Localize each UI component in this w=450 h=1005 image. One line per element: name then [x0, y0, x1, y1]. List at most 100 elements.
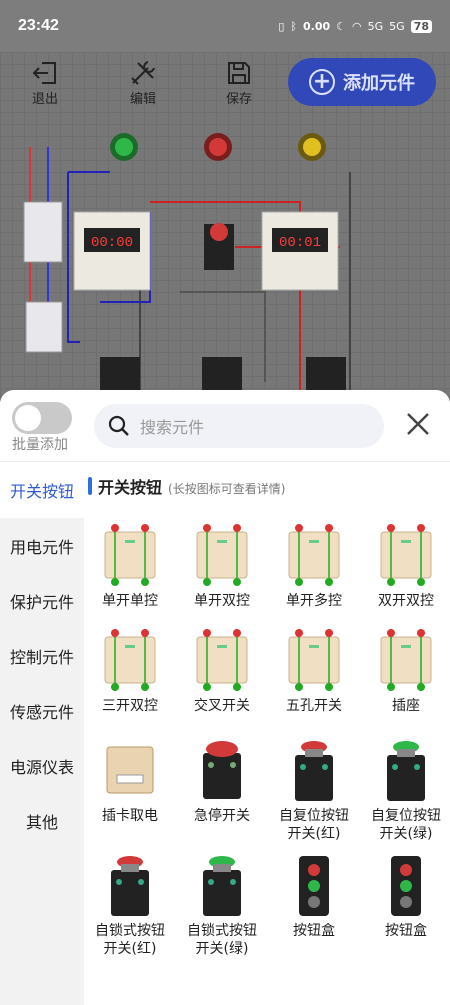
component-label-line: 开关(绿) [379, 826, 433, 842]
switch-panel-icon [196, 524, 248, 586]
batch-add-toggle[interactable] [12, 402, 72, 434]
switch-panel-icon [288, 524, 340, 586]
section-header: 开关按钮 (长按图标可查看详情) [88, 474, 285, 498]
component-label-line: 自锁式按钮 [187, 923, 257, 939]
clock: 23:42 [18, 17, 59, 34]
switch-panel-icon [196, 629, 248, 691]
category-other[interactable]: 其他 [0, 793, 84, 848]
component-item[interactable]: 交叉开关 [176, 625, 268, 715]
wifi-icon: ◠ [352, 19, 362, 33]
exit-label: 退出 [31, 92, 58, 107]
bluetooth-icon: ᛒ [290, 19, 297, 33]
component-label: 按钮盒 [293, 923, 335, 939]
push-button-icon [295, 741, 333, 801]
component-item[interactable]: 按钮盒 [360, 850, 450, 940]
component-label: 自锁式按钮 开关(绿) [187, 922, 257, 958]
component-label-line: 自复位按钮 [371, 808, 441, 824]
component-label-line: 开关(红) [287, 826, 341, 842]
component-item[interactable]: 插座 [360, 625, 450, 715]
exit-button[interactable]: 退出 [30, 58, 60, 107]
search-input[interactable]: 搜索元件 [94, 404, 384, 448]
toggle-knob [15, 405, 41, 431]
search-placeholder: 搜索元件 [140, 418, 205, 437]
category-sensors[interactable]: 传感元件 [0, 683, 84, 738]
component-item[interactable]: 自复位按钮开关(红) [268, 735, 360, 843]
add-component-label: 添加元件 [343, 73, 415, 94]
component-label: 插座 [392, 698, 420, 714]
component-item[interactable]: 五孔开关 [268, 625, 360, 715]
tools-icon [131, 61, 155, 85]
sheet-header: 批量添加 搜索元件 [0, 390, 450, 462]
section-title: 开关按钮 [98, 478, 163, 497]
component-item[interactable]: 自锁式按钮 开关(绿) [176, 850, 268, 958]
net-speed: 0.00 [303, 19, 331, 33]
search-icon [108, 415, 129, 436]
component-item[interactable]: 单开单控 [84, 520, 176, 610]
component-item[interactable]: 急停开关 [176, 735, 268, 825]
switch-panel-icon [104, 524, 156, 586]
component-item[interactable]: 按钮盒 [268, 850, 360, 940]
component-label: 自锁式按钮开关(红) [95, 922, 165, 958]
emergency-stop-icon [203, 741, 241, 799]
category-loads[interactable]: 用电元件 [0, 518, 84, 573]
status-icons: ▯ ᛒ 0.00 ☾ ◠ 5G 5G 78 [278, 19, 432, 33]
button-box-icon [299, 856, 329, 916]
moon-icon: ☾ [336, 19, 347, 33]
edit-label: 编辑 [129, 92, 156, 107]
component-label: 单开双控 [194, 593, 250, 609]
status-bar: 23:42 ▯ ᛒ 0.00 ☾ ◠ 5G 5G 78 [0, 0, 450, 52]
component-item[interactable]: 自锁式按钮开关(红) [84, 850, 176, 958]
battery: 78 [410, 19, 432, 33]
component-label: 自复位按钮开关(绿) [371, 807, 441, 843]
save-label: 保存 [225, 92, 252, 107]
component-label: 单开多控 [286, 593, 342, 609]
component-label: 三开双控 [102, 698, 158, 714]
push-button-icon [203, 856, 241, 916]
vibrate-icon: ▯ [278, 19, 285, 33]
add-component-button[interactable]: + 添加元件 [288, 58, 436, 106]
batch-add-label: 批量添加 [12, 437, 68, 453]
button-box-icon [391, 856, 421, 916]
component-label: 按钮盒 [385, 923, 427, 939]
signal-2: 5G [389, 19, 405, 33]
exit-icon [32, 62, 56, 84]
component-label-line: 自复位按钮 [279, 808, 349, 824]
edit-button[interactable]: 编辑 [128, 58, 158, 107]
component-label-line: 自锁式按钮 [95, 923, 165, 939]
component-label-line: 开关(红) [103, 941, 157, 957]
component-label: 交叉开关 [194, 698, 250, 714]
section-marker [88, 477, 92, 495]
component-label: 双开双控 [378, 593, 434, 609]
timer-display-1: 00:00 [91, 235, 133, 251]
save-icon [228, 62, 250, 84]
breaker-2 [25, 301, 63, 353]
signal-1: 5G [367, 19, 384, 33]
component-label: 插卡取电 [102, 808, 158, 824]
socket-panel-icon [380, 629, 432, 691]
category-protection[interactable]: 保护元件 [0, 573, 84, 628]
component-item[interactable]: 插卡取电 [84, 735, 176, 825]
component-item[interactable]: 单开多控 [268, 520, 360, 610]
component-label: 急停开关 [194, 808, 250, 824]
section-hint: (长按图标可查看详情) [168, 482, 286, 496]
close-icon[interactable] [404, 410, 432, 438]
component-sheet: 批量添加 搜索元件 开关按钮 用电元件 保护元件 控制元件 传感元件 电源仪表 … [0, 390, 450, 1005]
category-control[interactable]: 控制元件 [0, 628, 84, 683]
component-item[interactable]: 三开双控 [84, 625, 176, 715]
component-item[interactable]: 自复位按钮开关(绿) [360, 735, 450, 843]
component-label: 五孔开关 [286, 698, 342, 714]
switch-panel-icon [104, 629, 156, 691]
switch-panel-icon [380, 524, 432, 586]
breaker [23, 201, 63, 263]
category-switches[interactable]: 开关按钮 [0, 462, 84, 518]
push-button-icon [387, 741, 425, 801]
category-list: 开关按钮 用电元件 保护元件 控制元件 传感元件 电源仪表 其他 [0, 462, 84, 1005]
component-item[interactable]: 单开双控 [176, 520, 268, 610]
category-power-meters[interactable]: 电源仪表 [0, 738, 84, 793]
component-item[interactable]: 双开双控 [360, 520, 450, 610]
plus-circle-icon: + [309, 69, 335, 95]
component-label: 单开单控 [102, 593, 158, 609]
component-label: 自复位按钮开关(红) [279, 807, 349, 843]
save-button[interactable]: 保存 [224, 58, 254, 107]
timer-display-2: 00:01 [279, 235, 321, 251]
